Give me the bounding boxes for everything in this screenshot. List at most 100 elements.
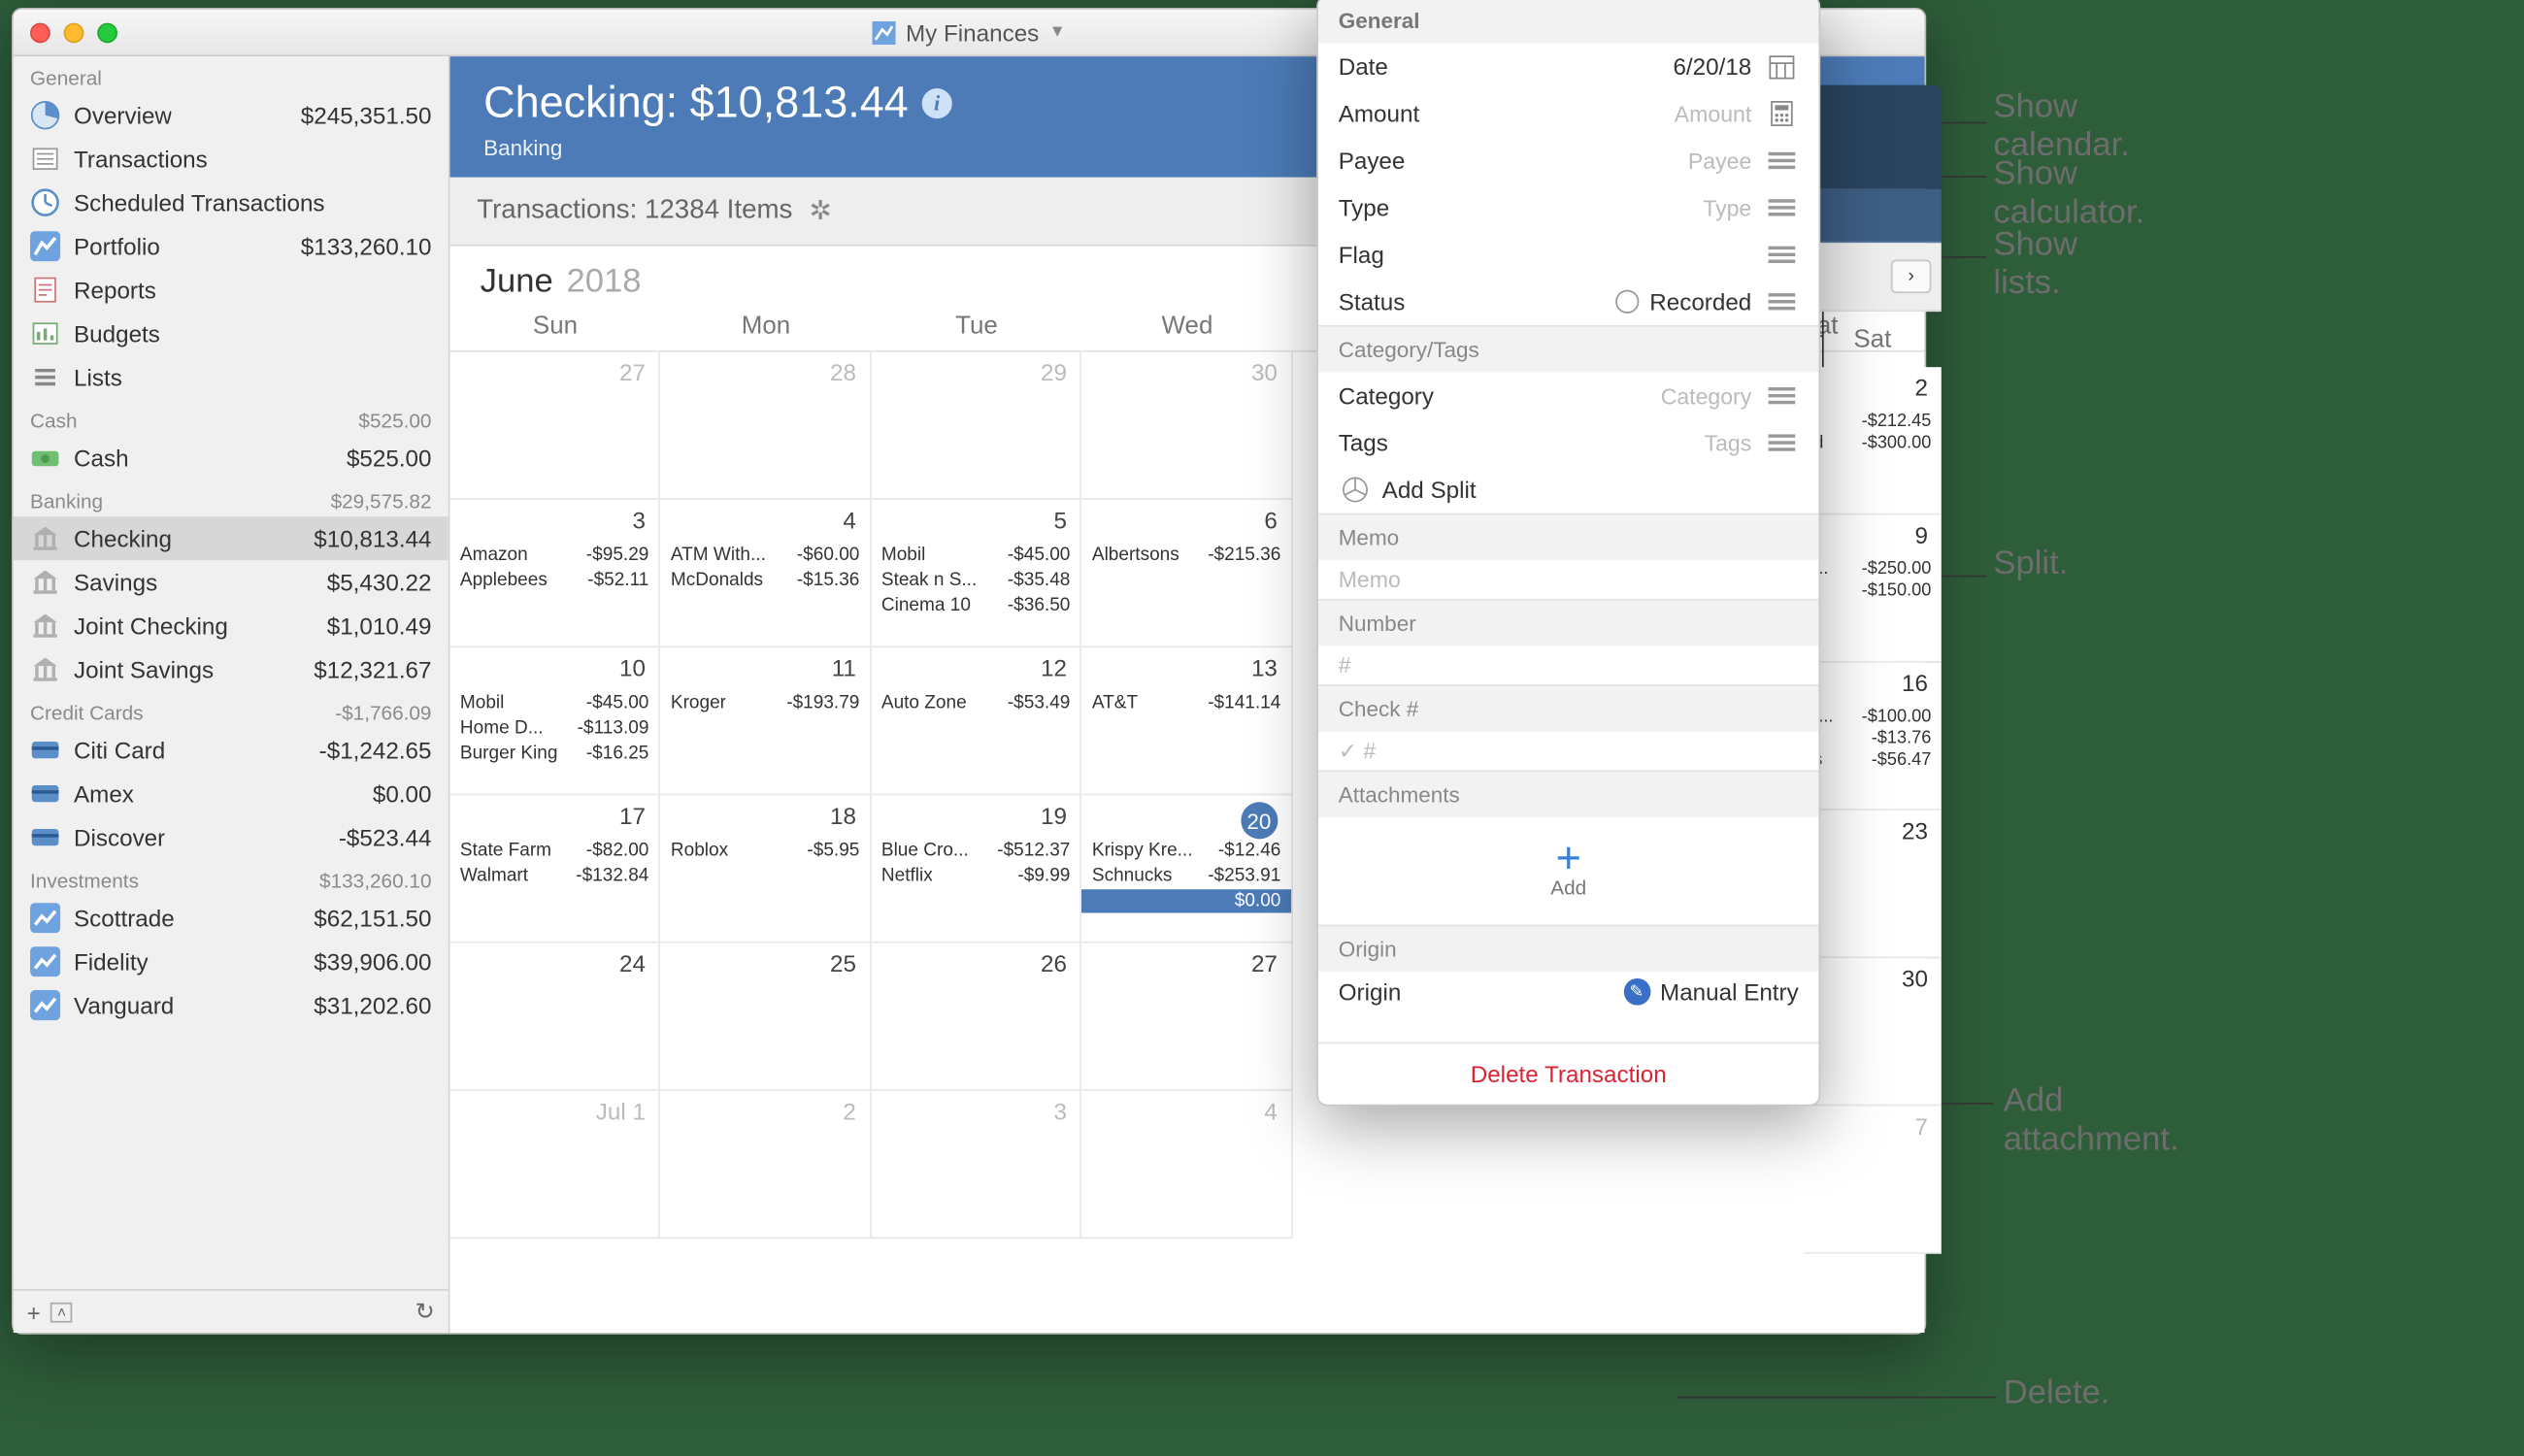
memo-input[interactable] — [1339, 567, 1799, 592]
calendar-cell[interactable]: 3Amazon-$95.29Applebees-$52.11 — [450, 500, 661, 647]
transaction-entry[interactable]: AT&T-$141.14 — [1092, 691, 1280, 714]
type-input[interactable] — [1486, 195, 1751, 220]
calendar-cell[interactable]: 10Mobil-$45.00Home D...-$113.09Burger Ki… — [450, 647, 661, 795]
calendar-icon[interactable] — [1765, 50, 1799, 83]
transaction-entry[interactable]: State Farm-$82.00 — [460, 839, 648, 862]
transaction-entry[interactable]: Roblox-$5.95 — [671, 839, 859, 862]
sidebar-item-budgets[interactable]: Budgets — [14, 312, 448, 355]
sidebar-item-joint-checking[interactable]: Joint Checking$1,010.49 — [14, 604, 448, 647]
transaction-entry[interactable]: ATM With...-$60.00 — [671, 544, 859, 567]
calendar-cell[interactable]: 11Kroger-$193.79 — [661, 647, 872, 795]
delete-transaction-button[interactable]: Delete Transaction — [1318, 1042, 1819, 1105]
calendar-cell[interactable]: 28 — [661, 352, 872, 500]
refresh-button[interactable]: ↻ — [415, 1298, 435, 1326]
transaction-entry[interactable]: Mobil-$45.00 — [460, 691, 648, 714]
sidebar-item-overview[interactable]: Overview$245,351.50 — [14, 93, 448, 137]
window-title[interactable]: My Finances ▼ — [872, 18, 1065, 46]
transaction-entry[interactable]: Mobil-$45.00 — [881, 544, 1071, 567]
close-window-button[interactable] — [30, 22, 50, 43]
info-icon[interactable]: i — [922, 87, 952, 117]
list-icon[interactable] — [1765, 284, 1799, 318]
calendar-cell[interactable]: 17State Farm-$82.00Walmart-$132.84 — [450, 795, 661, 943]
sidebar-item-checking[interactable]: Checking$10,813.44 — [14, 516, 448, 560]
calendar-cell[interactable]: Jul 1 — [450, 1091, 661, 1239]
transaction-entry[interactable]: Auto Zone-$53.49 — [881, 691, 1071, 714]
category-input[interactable] — [1486, 383, 1751, 409]
calendar-cell[interactable]: 26 — [871, 943, 1081, 1091]
sidebar-item-lists[interactable]: Lists — [14, 355, 448, 399]
calendar-cell[interactable]: 9...-$250.00t-$150.00 — [1804, 514, 1942, 662]
calendar-cell[interactable]: 4 — [1081, 1091, 1292, 1239]
calendar-cell[interactable]: 2 — [661, 1091, 872, 1239]
tags-input[interactable] — [1486, 430, 1751, 455]
calendar-cell[interactable]: 30 — [1804, 958, 1942, 1106]
calendar-cell[interactable]: 3 — [871, 1091, 1081, 1239]
calendar-cell[interactable]: 27 — [450, 352, 661, 500]
list-icon[interactable] — [1765, 238, 1799, 272]
status-radio[interactable] — [1616, 290, 1640, 314]
sidebar-item-amex[interactable]: Amex$0.00 — [14, 772, 448, 815]
calendar-cell[interactable]: 13AT&T-$141.14 — [1081, 647, 1292, 795]
fullscreen-window-button[interactable] — [97, 22, 117, 43]
add-split-button[interactable]: Add Split — [1382, 477, 1477, 504]
nav-next-button[interactable]: › — [1891, 260, 1932, 294]
transaction-entry[interactable]: Netflix-$9.99 — [881, 864, 1071, 887]
list-icon[interactable] — [1765, 191, 1799, 225]
gear-icon[interactable]: ✲ — [810, 194, 832, 228]
transaction-entry[interactable]: Kroger-$193.79 — [671, 691, 859, 714]
transaction-entry[interactable]: Cinema 10-$36.50 — [881, 594, 1071, 617]
check-input[interactable] — [1339, 739, 1799, 764]
calendar-cell[interactable]: 24 — [450, 943, 661, 1091]
calendar-cell[interactable]: 2-$212.45d-$300.00 — [1804, 367, 1942, 514]
sidebar-item-scheduled-transactions[interactable]: Scheduled Transactions — [14, 181, 448, 224]
selected-new-transaction[interactable]: $0.00 — [1081, 889, 1290, 912]
calendar-cell[interactable]: 5Mobil-$45.00Steak n S...-$35.48Cinema 1… — [871, 500, 1081, 647]
calendar-cell[interactable]: 20Krispy Kre...-$12.46Schnucks-$253.91$0… — [1081, 795, 1292, 943]
sidebar-item-savings[interactable]: Savings$5,430.22 — [14, 560, 448, 604]
calendar-cell[interactable]: 12Auto Zone-$53.49 — [871, 647, 1081, 795]
transaction-entry[interactable]: Amazon-$95.29 — [460, 544, 648, 567]
sidebar-item-discover[interactable]: Discover-$523.44 — [14, 815, 448, 859]
calendar-cell[interactable]: 27 — [1081, 943, 1292, 1091]
calendar-cell[interactable]: 7 — [1804, 1106, 1942, 1253]
amount-input[interactable] — [1486, 101, 1751, 126]
transaction-entry[interactable]: Home D...-$113.09 — [460, 716, 648, 740]
add-account-button[interactable]: + — [27, 1299, 41, 1326]
calendar-cell[interactable]: 4ATM With...-$60.00McDonalds-$15.36 — [661, 500, 872, 647]
calendar-cell[interactable]: 25 — [661, 943, 872, 1091]
add-attachment-button[interactable]: + Add — [1318, 817, 1819, 925]
sidebar-item-vanguard[interactable]: Vanguard$31,202.60 — [14, 983, 448, 1027]
sidebar-item-fidelity[interactable]: Fidelity$39,906.00 — [14, 940, 448, 983]
calendar-cell[interactable]: 29 — [871, 352, 1081, 500]
sidebar-item-joint-savings[interactable]: Joint Savings$12,321.67 — [14, 647, 448, 691]
calendar-cell[interactable]: 6Albertsons-$215.36 — [1081, 500, 1292, 647]
transaction-entry[interactable]: Steak n S...-$35.48 — [881, 569, 1071, 592]
payee-input[interactable] — [1486, 148, 1751, 173]
toggle-sidebar-button[interactable]: ˄ — [50, 1302, 73, 1322]
calculator-icon[interactable] — [1765, 97, 1799, 131]
sidebar-item-citi-card[interactable]: Citi Card-$1,242.65 — [14, 728, 448, 772]
transaction-entry[interactable]: McDonalds-$15.36 — [671, 569, 859, 592]
date-value[interactable]: 6/20/18 — [1486, 53, 1751, 81]
calendar-cell[interactable]: 19Blue Cro...-$512.37Netflix-$9.99 — [871, 795, 1081, 943]
calendar-cell[interactable]: 30 — [1081, 352, 1292, 500]
list-icon[interactable] — [1765, 144, 1799, 178]
sidebar-item-portfolio[interactable]: Portfolio$133,260.10 — [14, 224, 448, 268]
list-icon[interactable] — [1765, 379, 1799, 413]
transaction-entry[interactable]: Applebees-$52.11 — [460, 569, 648, 592]
sidebar-item-cash[interactable]: Cash$525.00 — [14, 436, 448, 480]
minimize-window-button[interactable] — [64, 22, 84, 43]
transaction-entry[interactable]: Blue Cro...-$512.37 — [881, 839, 1071, 862]
sidebar-item-scottrade[interactable]: Scottrade$62,151.50 — [14, 896, 448, 940]
transaction-entry[interactable]: Walmart-$132.84 — [460, 864, 648, 887]
calendar-cell[interactable]: 18Roblox-$5.95 — [661, 795, 872, 943]
transaction-entry[interactable]: Krispy Kre...-$12.46 — [1092, 839, 1280, 862]
calendar-cell[interactable]: 23 — [1804, 811, 1942, 958]
transaction-entry[interactable]: Albertsons-$215.36 — [1092, 544, 1280, 567]
transaction-entry[interactable]: Burger King-$16.25 — [460, 742, 648, 765]
number-input[interactable] — [1339, 652, 1799, 678]
sidebar-item-reports[interactable]: Reports — [14, 268, 448, 312]
sidebar-item-transactions[interactable]: Transactions — [14, 137, 448, 181]
transaction-entry[interactable]: Schnucks-$253.91 — [1092, 864, 1280, 887]
calendar-cell[interactable]: 16t...-$100.00-$13.76s-$56.47 — [1804, 663, 1942, 811]
